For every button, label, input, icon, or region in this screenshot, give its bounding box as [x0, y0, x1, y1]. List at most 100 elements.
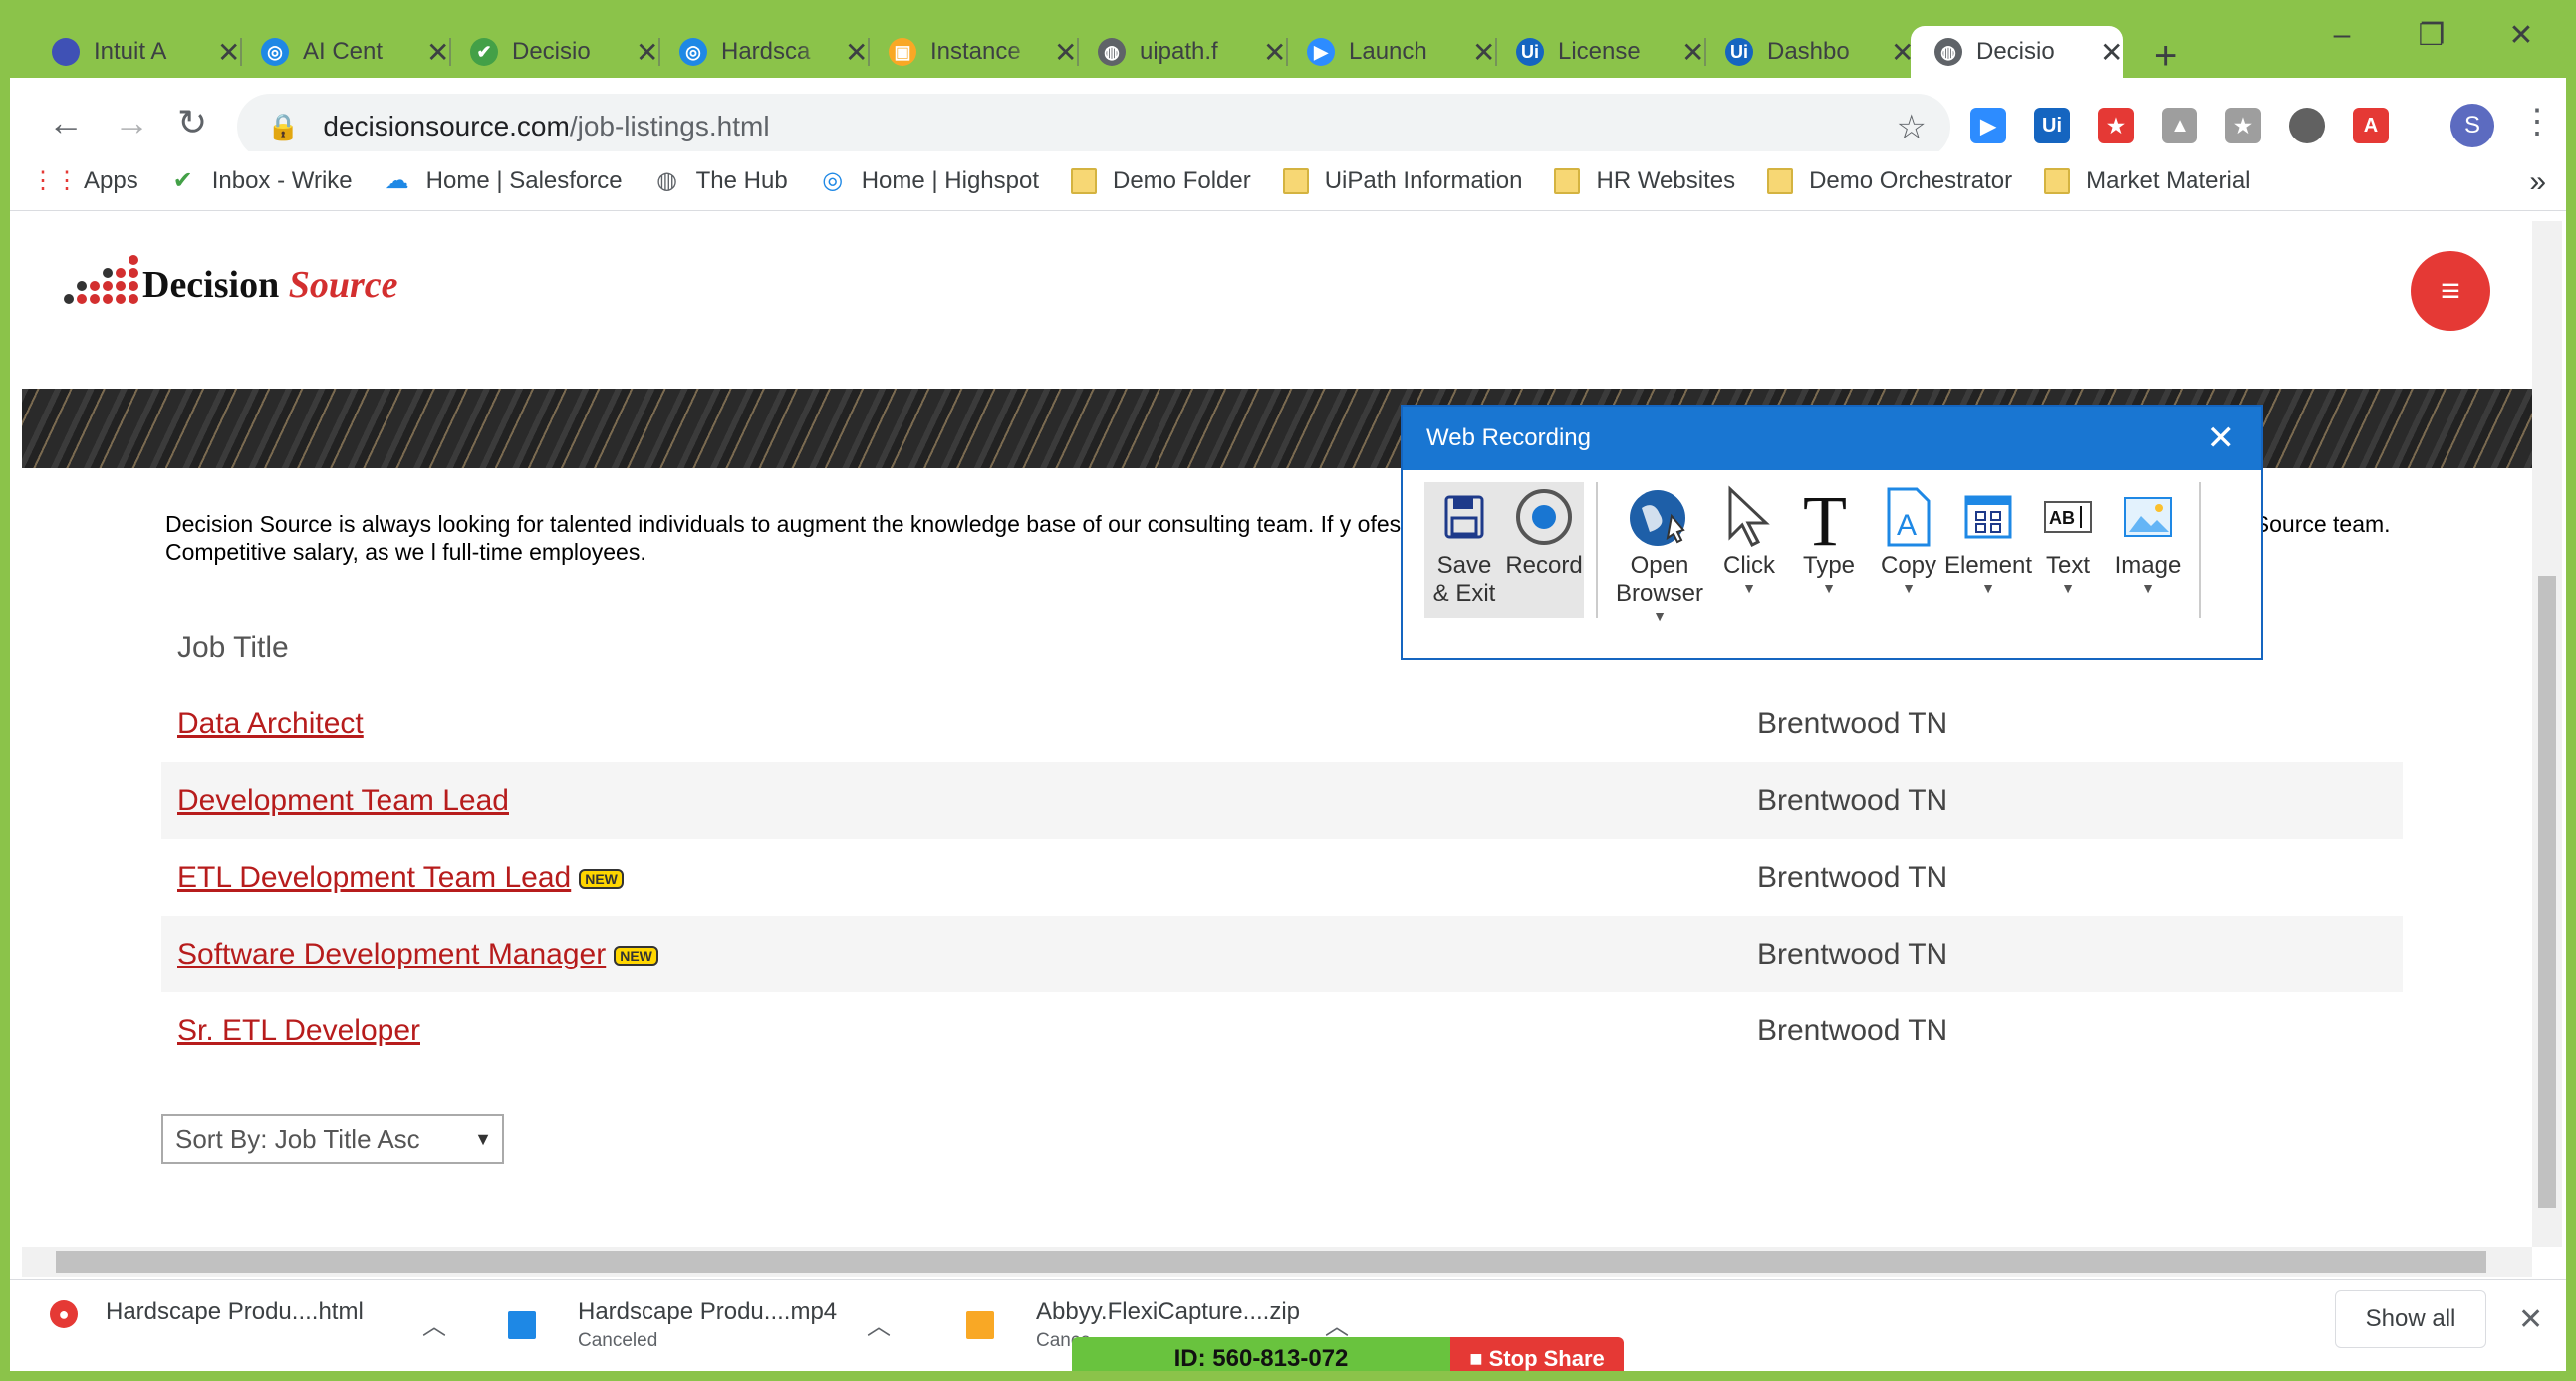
bookmark-item[interactable]: Demo Orchestrator [1765, 166, 2012, 196]
file-icon [508, 1311, 536, 1339]
dialog-title: Web Recording [1426, 424, 1591, 451]
job-title-link[interactable]: Software Development Manager [177, 938, 606, 970]
toolbar-separator [2199, 482, 2201, 618]
bookmark-item[interactable]: ◎ Home | Highspot [818, 166, 1039, 196]
bookmark-item[interactable]: ◍ The Hub [652, 166, 788, 196]
close-tab-icon[interactable]: ✕ [2100, 36, 2123, 69]
sort-select[interactable]: Sort By: Job Title Asc ▼ [161, 1114, 504, 1164]
job-title-link[interactable]: Development Team Lead [177, 784, 509, 817]
text-button[interactable]: AB Text ▼ [2028, 482, 2108, 596]
location-cell: Brentwood TN [1741, 762, 2403, 839]
location-cell: Brentwood TN [1757, 860, 1948, 894]
chevron-down-icon: ▼ [2061, 580, 2075, 596]
job-title-link[interactable]: ETL Development Team Lead [177, 861, 571, 894]
record-button[interactable]: Record [1504, 482, 1584, 618]
close-window-button[interactable]: ✕ [2476, 18, 2566, 53]
tab-favicon-icon: ▶ [1307, 38, 1335, 66]
url-text[interactable]: decisionsource.com/job-listings.html [323, 111, 769, 142]
bookmark-extension-icon[interactable]: ★ [2225, 108, 2261, 143]
close-icon[interactable]: ✕ [2207, 418, 2236, 458]
screen-share-bar: ID: 560-813-072 ■ Stop Share [1072, 1337, 1624, 1371]
reload-button[interactable]: ↻ [177, 102, 207, 143]
bookmark-item[interactable]: HR Websites [1552, 166, 1735, 196]
browser-menu-icon[interactable]: ⋮ [2520, 102, 2554, 141]
browser-tab[interactable]: Ui License ✕ [1492, 26, 1707, 78]
browser-tab[interactable]: ◍ Decisio ✕ [1911, 26, 2124, 78]
scrollbar-thumb[interactable] [56, 1251, 2486, 1273]
tab-favicon-icon: ✔ [470, 38, 498, 66]
copy-icon: A [1885, 482, 1932, 552]
salesforce-cloud-icon: ☁ [385, 167, 409, 194]
apps-grid-icon: ⋮⋮ [31, 167, 79, 194]
profile-avatar[interactable]: S [2450, 104, 2494, 147]
zoom-extension-icon[interactable]: ▶ [1970, 108, 2006, 143]
highspot-icon: ◎ [822, 167, 844, 194]
svg-text:A: A [1897, 509, 1917, 542]
copy-button[interactable]: A Copy ▼ [1869, 482, 1948, 596]
job-title-link[interactable]: Data Architect [177, 707, 364, 740]
download-item[interactable]: ● Hardscape Produ....html ︿ [50, 1298, 446, 1340]
open-button[interactable]: Open Browser ▼ [1610, 482, 1709, 624]
save-button[interactable]: Save & Exit [1424, 482, 1504, 618]
scrollbar-thumb[interactable] [2538, 576, 2556, 1208]
browser-tab[interactable]: ✔ Decisio ✕ [446, 26, 661, 78]
tab-favicon-icon: ◍ [1934, 38, 1962, 66]
show-all-button[interactable]: Show all [2335, 1290, 2486, 1348]
chevron-up-icon[interactable]: ︿ [1325, 1306, 1349, 1341]
vertical-scrollbar[interactable] [2532, 221, 2562, 1247]
browser-tab[interactable]: ▶ Launch ✕ [1283, 26, 1498, 78]
pdf-extension-icon[interactable]: A [2353, 108, 2389, 143]
folder-icon [1765, 166, 1795, 196]
element-button[interactable]: Element ▼ [1944, 482, 2032, 596]
drive-extension-icon[interactable]: ▲ [2162, 108, 2197, 143]
bookmark-item[interactable]: UiPath Information [1281, 166, 1522, 196]
site-logo[interactable]: Decision Source [64, 255, 398, 304]
forward-button[interactable]: → [114, 102, 149, 143]
svg-text:AB: AB [2049, 508, 2075, 528]
bookmark-item[interactable]: ✔ Inbox - Wrike [168, 166, 353, 196]
browser-tab[interactable]: ◎ Hardsca ✕ [655, 26, 871, 78]
tab-favicon-icon: Ui [1725, 38, 1753, 66]
bookmark-star-icon[interactable]: ☆ [1897, 108, 1927, 147]
horizontal-scrollbar[interactable] [22, 1247, 2532, 1277]
type-button[interactable]: T Type ▼ [1789, 482, 1869, 596]
hamburger-menu-button[interactable]: ≡ [2411, 251, 2490, 331]
job-title-link[interactable]: Sr. ETL Developer [177, 1014, 420, 1047]
bookmark-item[interactable]: Market Material [2042, 166, 2251, 196]
chevron-down-icon: ▼ [2141, 580, 2155, 596]
table-row: Software Development Manager NEW Brentwood… [161, 916, 2403, 992]
browser-tab[interactable]: ▣ Instance ✕ [865, 26, 1080, 78]
chevron-up-icon[interactable]: ︿ [867, 1306, 891, 1341]
minimize-button[interactable]: – [2297, 18, 2387, 53]
stop-share-button[interactable]: ■ Stop Share [1450, 1337, 1624, 1371]
tab-favicon-icon: ◍ [1098, 38, 1126, 66]
table-row: Development Team Lead Brentwood TN [161, 762, 2403, 839]
back-button[interactable]: ← [48, 102, 84, 143]
new-tab-button[interactable]: + [2154, 34, 2177, 79]
image-button[interactable]: Image ▼ [2108, 482, 2188, 596]
uipath-extension-icon[interactable]: Ui [2034, 108, 2070, 143]
browser-tab[interactable]: Intuit A ✕ [28, 26, 243, 78]
restore-button[interactable]: ❐ [2387, 18, 2476, 53]
chevron-down-icon: ▼ [1742, 580, 1756, 596]
browser-tab[interactable]: ◎ AI Cent ✕ [237, 26, 452, 78]
browser-tab[interactable]: Ui Dashbo ✕ [1701, 26, 1914, 78]
click-button[interactable]: Click ▼ [1709, 482, 1789, 596]
browser-tab[interactable]: ◍ uipath.f ✕ [1074, 26, 1289, 78]
tab-strip: Intuit A ✕ ◎ AI Cent ✕ ✔ Decisio ✕ ◎ Hardsca ✕ ▣ Ins… [10, 12, 2566, 78]
globe-icon [1628, 482, 1691, 552]
bookmark-item[interactable]: Demo Folder [1069, 166, 1251, 196]
tab-favicon-icon: ▣ [889, 38, 916, 66]
close-icon[interactable]: ✕ [2518, 1302, 2543, 1337]
calendar-extension-icon[interactable]: ★ [2098, 108, 2134, 143]
address-bar[interactable]: 🔒 decisionsource.com/job-listings.html ☆ [237, 94, 1950, 159]
circle-extension-icon[interactable] [2289, 108, 2325, 143]
bookmarks-overflow-icon[interactable]: » [2529, 165, 2546, 199]
share-id: ID: 560-813-072 [1072, 1337, 1450, 1371]
globe-icon: ◍ [656, 167, 678, 194]
download-item[interactable]: Hardscape Produ....mp4 Canceled ︿ [508, 1298, 891, 1352]
chevron-up-icon[interactable]: ︿ [422, 1306, 446, 1341]
chevron-down-icon: ▼ [1902, 580, 1916, 596]
bookmark-item[interactable]: ☁ Home | Salesforce [383, 166, 623, 196]
bookmark-item[interactable]: ⋮⋮ Apps [31, 166, 138, 196]
